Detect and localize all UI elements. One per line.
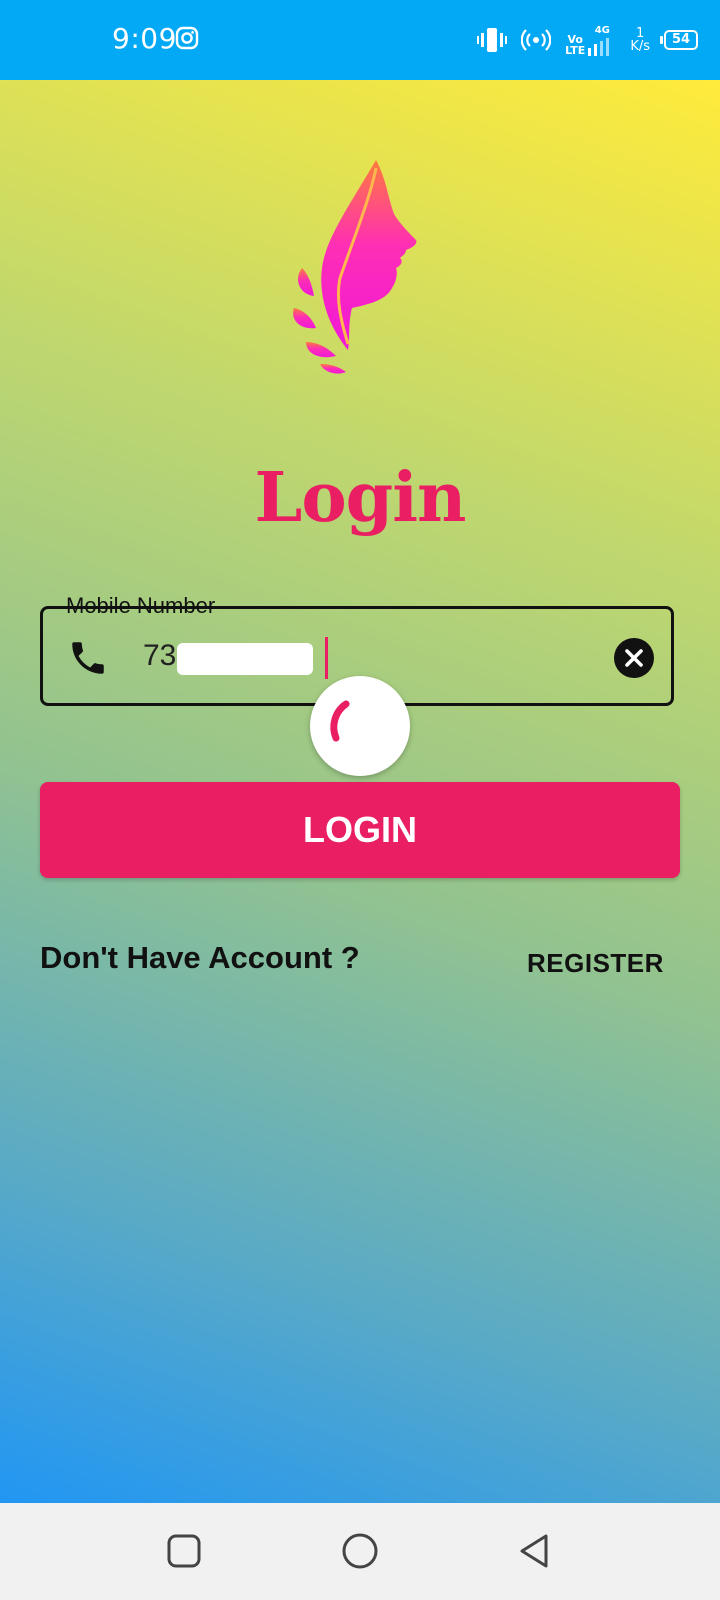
battery-icon: 54: [660, 30, 698, 50]
loading-spinner: [310, 676, 410, 776]
phone-icon: [72, 642, 104, 674]
redacted-number: [177, 643, 313, 675]
login-title: Login: [254, 458, 467, 538]
mobile-number-input[interactable]: 73: [143, 639, 176, 673]
network-gen: 4G: [594, 24, 610, 36]
network-lte: LTE: [565, 43, 586, 57]
instagram-icon: [175, 26, 199, 50]
navigation-bar: [0, 1503, 720, 1600]
home-icon[interactable]: [340, 1531, 380, 1571]
network-type: Vo LTE 4G: [565, 25, 616, 56]
clear-icon[interactable]: [614, 638, 654, 678]
speed-unit: K/s: [630, 39, 650, 54]
recents-icon[interactable]: [164, 1531, 204, 1571]
register-button[interactable]: REGISTER: [527, 948, 664, 979]
mobile-number-label: Mobile Number: [66, 593, 216, 618]
login-button[interactable]: LOGIN: [40, 782, 680, 878]
text-cursor: [325, 637, 328, 679]
status-icons: Vo LTE 4G 1 K/s 54: [477, 22, 698, 58]
status-bar: 9:09 Vo LTE 4G 1 K/s 54: [0, 0, 720, 80]
no-account-text: Don't Have Account ?: [40, 940, 360, 975]
signal-icon: [588, 37, 610, 56]
login-screen: Login Mobile Number 73 LOGIN Don't Have …: [0, 80, 720, 1503]
network-vo: Vo: [567, 32, 583, 46]
network-speed: 1 K/s: [630, 27, 650, 53]
woman-face-logo: [293, 160, 417, 374]
hotspot-icon: [521, 29, 552, 51]
vibrate-icon: [477, 28, 508, 52]
back-icon[interactable]: [516, 1531, 556, 1571]
status-time: 9:09: [112, 22, 177, 55]
